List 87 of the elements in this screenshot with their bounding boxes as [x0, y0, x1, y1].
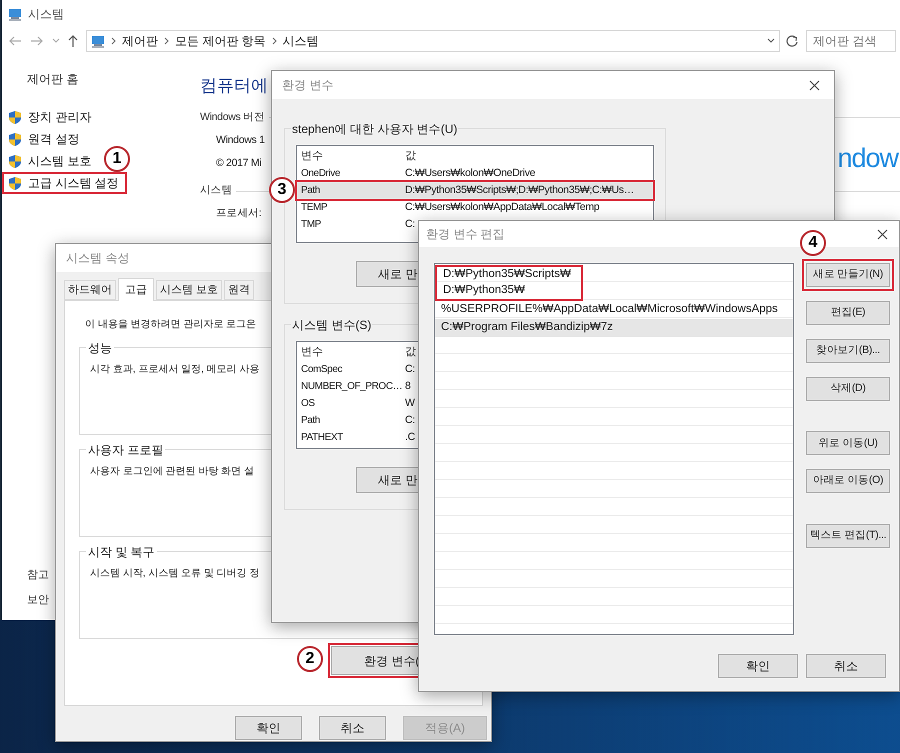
list-item[interactable]: D:₩Python35₩ — [435, 283, 583, 301]
breadcrumb-item[interactable]: 제어판 — [122, 32, 158, 50]
variable-value: C:₩Users₩kolon₩AppData₩Local₩Temp — [405, 200, 600, 215]
variable-name: PATHEXT — [301, 431, 343, 445]
group-description: 시각 효과, 프로세서 일정, 메모리 사용 — [90, 363, 260, 377]
notice-text: 이 내용을 변경하려면 관리자로 로그온 — [85, 318, 256, 332]
side-button[interactable]: 찾아보기(B)... — [806, 338, 890, 363]
variable-value: C:₩Users₩kolon₩OneDrive — [405, 166, 536, 181]
variable-name: NUMBER_OF_PROC… — [301, 380, 402, 394]
shield-icon — [8, 176, 22, 190]
section-label: 시스템 — [200, 183, 232, 198]
column-header[interactable]: 값 — [405, 148, 416, 165]
sidebar-text: 보안 — [27, 592, 49, 608]
shield-icon — [8, 132, 22, 146]
group-description: 사용자 로그인에 관련된 바탕 화면 설 — [90, 465, 254, 479]
side-button[interactable]: 텍스트 편집(T)... — [806, 524, 890, 548]
list-row[interactable]: Path D:₩Python35₩Scripts₩;D:₩Python35₩;C:₩Us… — [297, 182, 653, 199]
info-text: 프로세서: — [216, 206, 262, 221]
computer-icon — [8, 7, 22, 21]
tab[interactable]: 하드웨어 — [64, 280, 116, 300]
refresh-icon[interactable] — [786, 35, 798, 47]
window-title: 시스템 — [28, 6, 64, 23]
dialog-title: 시스템 속성 — [66, 250, 130, 267]
variable-value: D:₩Python35₩Scripts₩;D:₩Python35₩;C:₩Us… — [405, 182, 634, 198]
logo-text: ndow — [837, 142, 898, 174]
chevron-icon — [111, 37, 116, 45]
computer-icon — [91, 34, 105, 48]
address-bar[interactable]: 제어판 모든 제어판 항목 시스템 — [86, 30, 780, 52]
breadcrumb-item[interactable]: 모든 제어판 항목 — [175, 32, 266, 50]
variable-name: OneDrive — [301, 167, 340, 181]
list-item[interactable]: C:₩Program Files₩Bandizip₩7z — [435, 319, 793, 337]
variable-name: TMP — [301, 218, 321, 232]
sidebar-link[interactable]: 제어판 홈 — [2, 70, 78, 88]
variable-value: C: — [405, 412, 415, 428]
dialog-title: 환경 변수 — [282, 77, 334, 94]
list-row[interactable]: OneDrive C:₩Users₩kolon₩OneDrive — [297, 165, 653, 182]
dialog-button[interactable]: 확인 — [718, 654, 798, 678]
variable-value: C: — [405, 362, 415, 377]
sidebar-item[interactable]: 장치 관리자 — [2, 106, 100, 128]
chevron-icon — [164, 37, 169, 45]
page-heading: 컴퓨터에 — [200, 75, 268, 97]
variable-value: C: — [405, 216, 415, 232]
group-description: 시스템 시작, 시스템 오류 및 디버깅 정 — [90, 567, 260, 581]
chevron-icon — [272, 37, 277, 45]
side-button[interactable]: 삭제(D) — [806, 376, 890, 400]
section-label: Windows 버전 — [200, 110, 265, 125]
callout-number: 2 — [297, 646, 323, 672]
variable-name: Path — [301, 184, 320, 198]
list-row[interactable]: TEMP C:₩Users₩kolon₩AppData₩Local₩Temp — [297, 199, 653, 216]
variable-name: ComSpec — [301, 363, 342, 377]
column-header[interactable]: 값 — [405, 344, 416, 361]
info-text: Windows 1 — [216, 132, 265, 148]
tab[interactable]: 시스템 보호 — [156, 280, 222, 300]
side-button[interactable]: 편집(E) — [806, 300, 890, 325]
list-item[interactable]: %USERPROFILE%₩AppData₩Local₩Microsoft₩WindowsApps — [435, 301, 784, 319]
dialog-button[interactable]: 취소 — [319, 716, 386, 740]
variable-name: OS — [301, 397, 315, 411]
column-header[interactable]: 변수 — [301, 344, 323, 361]
sidebar-text: 참고 — [27, 568, 49, 583]
search-field[interactable]: 제어판 검색 — [806, 30, 896, 52]
variable-name: TEMP — [301, 201, 328, 215]
variable-name: Path — [301, 414, 320, 428]
variable-value: W — [405, 396, 415, 411]
up-arrow-icon[interactable] — [68, 35, 78, 47]
dialog-title: 환경 변수 편집 — [426, 226, 505, 243]
sidebar-item[interactable]: 원격 설정 — [2, 128, 88, 150]
dialog-button[interactable]: 취소 — [806, 654, 886, 678]
dialog-button[interactable]: 확인 — [235, 716, 302, 740]
breadcrumb-item[interactable]: 시스템 — [282, 32, 319, 50]
shield-icon — [8, 110, 22, 124]
callout-number: 4 — [800, 230, 826, 256]
sidebar-item[interactable]: 시스템 보호 — [2, 150, 100, 172]
close-icon — [876, 228, 888, 240]
info-text: © 2017 Mi — [216, 156, 262, 170]
side-button[interactable]: 위로 이동(U) — [806, 431, 890, 456]
shield-icon — [8, 154, 22, 168]
list-item[interactable]: D:₩Python35₩Scripts₩ — [435, 265, 583, 283]
column-header[interactable]: 변수 — [301, 148, 323, 165]
variable-value: 8 — [405, 378, 411, 394]
side-button[interactable]: 아래로 이동(O) — [806, 469, 890, 494]
callout-number: 1 — [104, 146, 130, 172]
callout-number: 3 — [269, 177, 295, 203]
variable-value: .C — [405, 430, 415, 445]
caret-icon[interactable] — [767, 38, 775, 44]
close-icon — [808, 80, 820, 90]
tab[interactable]: 고급 — [118, 278, 154, 301]
tab[interactable]: 원격 — [224, 280, 254, 300]
